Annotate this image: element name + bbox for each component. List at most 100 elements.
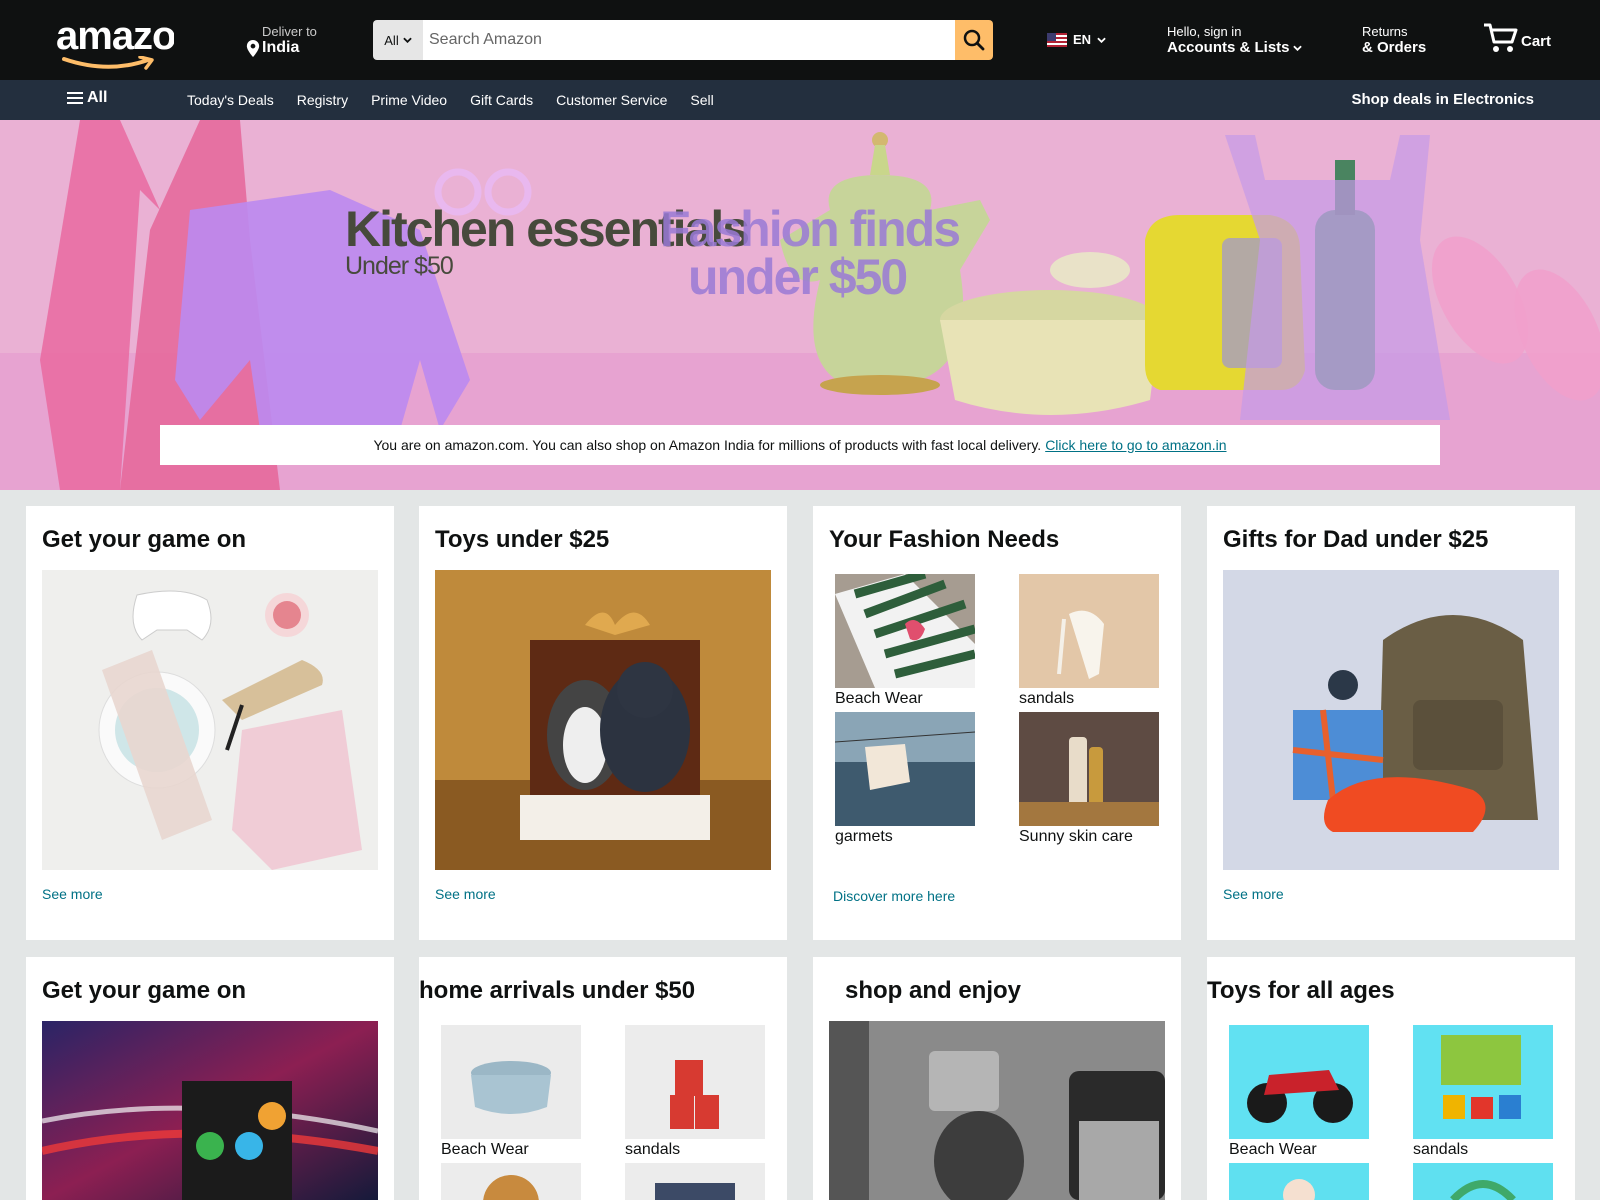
game-items-image[interactable]	[42, 570, 378, 870]
home-decor-illustration	[483, 1175, 539, 1200]
card-get-your-game-on-pc: Get your game on	[26, 957, 394, 1200]
language-label: EN	[1073, 32, 1092, 47]
language-selector[interactable]: EN	[1047, 32, 1106, 47]
sandals-illustration	[1019, 574, 1159, 688]
logo-text: amazon	[56, 14, 174, 58]
nav-link-customer-service[interactable]: Customer Service	[556, 92, 667, 108]
card-toys-for-all-ages: Toys for all ages Beach Wear sandals	[1207, 957, 1575, 1200]
regional-site-notice: You are on amazon.com. You can also shop…	[160, 425, 1440, 465]
amazon-logo[interactable]: amazon	[56, 14, 174, 70]
building-blocks-illustration	[1413, 1025, 1553, 1139]
location-pin-icon	[246, 39, 260, 57]
chevron-down-icon	[1097, 37, 1106, 43]
hero-title-fashion-price: under $50	[688, 249, 908, 305]
card-title: Gifts for Dad under $25	[1223, 526, 1489, 553]
beach-wear-illustration	[835, 574, 975, 688]
nav-link-gift-cards[interactable]: Gift Cards	[470, 92, 533, 108]
returns-label: Returns	[1362, 24, 1408, 39]
card-title: home arrivals under $50	[419, 977, 696, 1004]
gaming-pc-image[interactable]	[42, 1021, 378, 1200]
dad-gifts-image[interactable]	[1223, 570, 1559, 870]
canisters-illustration	[625, 1025, 765, 1139]
doll-illustration	[1283, 1179, 1315, 1200]
search-category-dropdown[interactable]: All	[373, 20, 423, 60]
see-more-link[interactable]: See more	[42, 886, 103, 902]
card-title: Get your game on	[42, 977, 247, 1004]
kitchen-appliances-image[interactable]	[829, 1021, 1165, 1200]
dad-gifts-illustration	[1223, 570, 1559, 870]
cart-button[interactable]: Cart	[1483, 22, 1551, 54]
account-greeting: Hello, sign in	[1167, 24, 1242, 39]
home-item-label: sandals	[625, 1141, 681, 1158]
ride-on-atv-image[interactable]	[1229, 1025, 1369, 1139]
canisters-image[interactable]	[625, 1025, 765, 1139]
nav-link-registry[interactable]: Registry	[297, 92, 348, 108]
all-menu-button[interactable]: All	[67, 89, 107, 107]
deliver-to-location[interactable]: Deliver to India	[246, 24, 317, 57]
pillow-image[interactable]	[625, 1163, 765, 1200]
account-and-lists[interactable]: Hello, sign in Accounts & Lists	[1167, 24, 1302, 57]
kitchen-appliances-illustration	[829, 1021, 1165, 1200]
fashion-item-label: sandals	[1019, 690, 1075, 707]
electronics-deals-link[interactable]: Shop deals in Electronics	[1351, 91, 1534, 108]
building-blocks-image[interactable]	[1413, 1025, 1553, 1139]
search-bar: All	[373, 20, 993, 60]
fashion-item-label: Sunny skin care	[1019, 828, 1133, 845]
search-input[interactable]	[423, 20, 955, 60]
card-title: shop and enjoy	[845, 977, 1022, 1004]
card-title: Get your game on	[42, 526, 247, 553]
search-icon	[963, 29, 985, 51]
search-button[interactable]	[955, 20, 993, 60]
cart-icon	[1484, 23, 1518, 52]
fashion-item-label: Beach Wear	[835, 690, 923, 707]
skin-care-image[interactable]	[1019, 712, 1159, 826]
smile-arrow-icon	[62, 56, 154, 70]
chevron-down-icon	[402, 37, 412, 43]
card-toys-under-25: Toys under $25 See more	[419, 506, 787, 940]
nav-link-prime-video[interactable]: Prime Video	[371, 92, 447, 108]
beach-wear-image[interactable]	[835, 574, 975, 688]
deliver-to-label: Deliver to	[262, 24, 317, 39]
all-menu-label: All	[87, 89, 108, 106]
see-more-link[interactable]: See more	[435, 886, 496, 902]
home-decor-image[interactable]	[441, 1163, 581, 1200]
returns-and-orders[interactable]: Returns & Orders	[1362, 24, 1426, 57]
game-items-illustration	[98, 590, 362, 870]
home-item-label: Beach Wear	[441, 1141, 529, 1158]
gaming-pc-illustration	[42, 1021, 378, 1200]
doll-image[interactable]	[1229, 1163, 1369, 1200]
playset-image[interactable]	[1413, 1163, 1553, 1200]
playset-illustration	[1450, 1180, 1516, 1200]
plush-toys-image[interactable]	[435, 570, 771, 870]
account-lists-label: Accounts & Lists	[1167, 39, 1290, 56]
nav-link-sell[interactable]: Sell	[690, 92, 713, 108]
dutch-oven-image[interactable]	[441, 1025, 581, 1139]
card-title: Your Fashion Needs	[829, 526, 1060, 553]
top-navigation-bar: amazon Deliver to India All	[0, 0, 1600, 80]
cart-label: Cart	[1521, 33, 1552, 50]
discover-more-link[interactable]: Discover more here	[833, 888, 955, 904]
hero-carousel-banner[interactable]: Kitchen essentials Under $50 Fashion fin…	[0, 120, 1600, 490]
dutch-oven-illustration	[441, 1025, 581, 1139]
card-gifts-for-dad: Gifts for Dad under $25 See more	[1207, 506, 1575, 940]
card-home-arrivals: home arrivals under $50 Beach Wear sanda…	[419, 957, 787, 1200]
orders-label: & Orders	[1362, 39, 1427, 56]
card-your-fashion-needs: Your Fashion Needs Beach Wear sandals ga…	[813, 506, 1181, 940]
sandals-image[interactable]	[1019, 574, 1159, 688]
see-more-link[interactable]: See more	[1223, 886, 1284, 902]
search-category-label: All	[384, 32, 399, 48]
card-title: Toys for all ages	[1207, 977, 1395, 1004]
toy-item-label: Beach Wear	[1229, 1141, 1317, 1158]
garments-image[interactable]	[835, 712, 975, 826]
card-title: Toys under $25	[435, 526, 610, 553]
us-flag-icon	[1047, 32, 1067, 47]
garments-illustration	[835, 712, 975, 826]
toy-item-label: sandals	[1413, 1141, 1469, 1158]
hero-subtitle-kitchen: Under $50	[345, 252, 454, 280]
nav-link-todays-deals[interactable]: Today's Deals	[187, 92, 274, 108]
secondary-navigation-bar: All Today's Deals Registry Prime Video G…	[0, 80, 1600, 120]
deliver-location-text: India	[262, 39, 300, 56]
amazon-india-link[interactable]: Click here to go to amazon.in	[1045, 437, 1226, 453]
chevron-down-icon	[1292, 45, 1302, 51]
ride-on-atv-illustration	[1229, 1025, 1369, 1139]
